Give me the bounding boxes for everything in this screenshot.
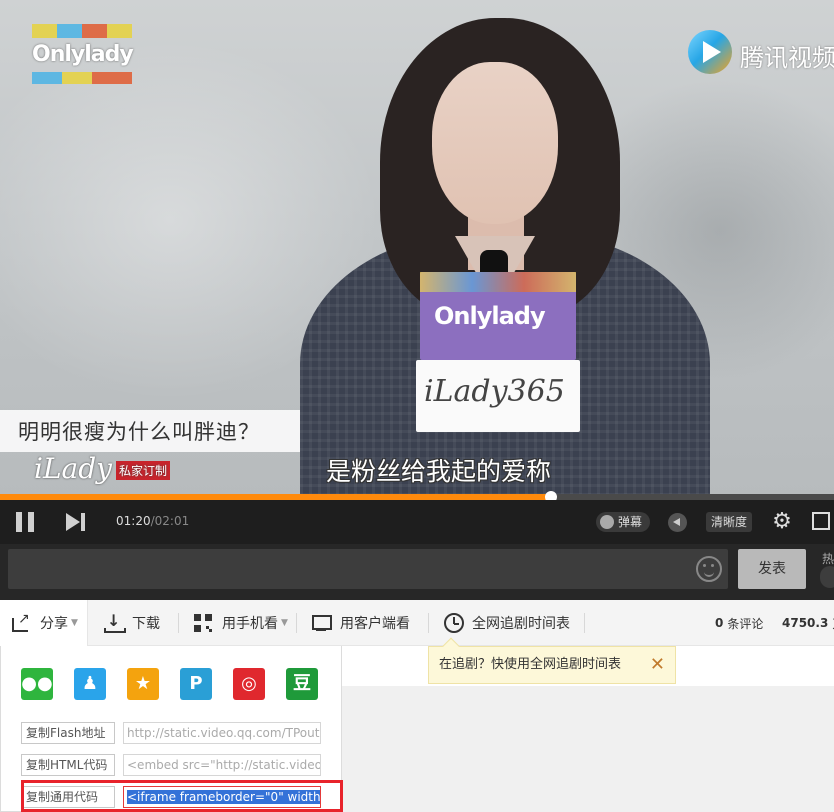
- quality-button[interactable]: 清晰度: [706, 512, 753, 532]
- wechat-icon[interactable]: ●●: [21, 668, 53, 700]
- html-code-field[interactable]: <embed src="http://static.video.qq.com: [123, 754, 321, 776]
- video-subtitle: 是粉丝给我起的爱称: [326, 457, 552, 486]
- tencent-weibo-icon[interactable]: P: [180, 668, 212, 700]
- schedule-hint-tooltip: 在追剧？快使用全网追剧时间表 ✕: [428, 637, 676, 684]
- schedule-label: 全网追剧时间表: [472, 616, 570, 632]
- download-button[interactable]: 下载: [104, 600, 160, 646]
- mic-card-logo: iLady365: [424, 374, 565, 409]
- time-duration: 02:01: [154, 514, 190, 528]
- mic-card: iLady365: [416, 360, 580, 432]
- video-frame[interactable]: Onlylady iLady365 Onlylady 腾讯视频 明明很瘦为什么叫…: [0, 0, 834, 497]
- html-row: 复制HTML代码 <embed src="http://static.video…: [21, 754, 323, 778]
- flash-row: 复制Flash地址 http://static.video.qq.com/TPo…: [21, 722, 323, 746]
- danmu-label: 弹幕: [618, 515, 643, 529]
- share-button[interactable]: 分享 ▼: [0, 600, 88, 646]
- danmu-toggle[interactable]: 弹幕: [596, 512, 651, 532]
- share-targets: ●● ♟ ★ P ◎ 豆: [21, 668, 331, 702]
- logo-stripe: [32, 24, 132, 38]
- play-count: 4750.3 万: [782, 600, 834, 646]
- watermark-text: 腾讯视频: [740, 44, 834, 72]
- hint-text: 在追剧？快使用全网追剧时间表: [439, 657, 622, 672]
- logo-stripe: [32, 72, 132, 84]
- settings-gear-icon[interactable]: ⚙: [770, 510, 794, 534]
- copy-html-button[interactable]: 复制HTML代码: [21, 754, 115, 776]
- toolbar-divider: [296, 613, 297, 633]
- share-panel: ●● ♟ ★ P ◎ 豆 复制Flash地址 http://static.video.qq…: [0, 646, 343, 812]
- fullscreen-icon[interactable]: [812, 512, 830, 530]
- share-label: 分享: [40, 616, 68, 632]
- close-icon[interactable]: ✕: [650, 647, 665, 683]
- hot-label: 热: [822, 552, 834, 566]
- player-controls: 01:20/02:01 弹幕 清晰度 ⚙: [0, 500, 834, 544]
- hot-toggle[interactable]: [820, 566, 834, 588]
- mobile-view-label: 用手机看: [222, 616, 278, 632]
- play-count-value: 4750.3: [782, 616, 829, 630]
- share-icon: [12, 611, 32, 632]
- chevron-down-icon: ▼: [71, 618, 78, 628]
- highlight-box: [21, 780, 343, 812]
- comment-count-unit: 条评论: [727, 616, 764, 631]
- mic-flag-logo: Onlylady: [434, 302, 546, 330]
- logo-text: Onlylady: [32, 42, 134, 67]
- presenter-face: [432, 62, 558, 224]
- video-toolbar: 分享 ▼ 下载 用手机看 ▼ 用客户端看 全网追剧时间表 0 条评论 475: [0, 600, 834, 646]
- qq-icon[interactable]: ♟: [74, 668, 106, 700]
- mobile-view-button[interactable]: 用手机看 ▼: [194, 600, 288, 646]
- time-current: 01:20: [116, 514, 151, 528]
- question-banner: 明明很瘦为什么叫胖迪？: [0, 410, 300, 452]
- volume-icon[interactable]: [668, 513, 687, 532]
- comment-count-value: 0: [715, 616, 724, 630]
- page-background: [342, 686, 834, 812]
- page-root: Onlylady iLady365 Onlylady 腾讯视频 明明很瘦为什么叫…: [0, 0, 834, 812]
- qzone-icon[interactable]: ★: [127, 668, 159, 700]
- tencent-video-icon: [688, 30, 732, 74]
- client-view-label: 用客户端看: [340, 616, 410, 632]
- ilady-brand-tag: 私家订制: [115, 461, 170, 480]
- qr-code-icon: [194, 614, 214, 632]
- douban-icon[interactable]: 豆: [286, 668, 318, 700]
- tencent-video-watermark: 腾讯视频: [688, 30, 834, 74]
- download-icon: [104, 611, 126, 633]
- danmu-input-bar: 发表 热: [0, 544, 834, 600]
- mic-flag: Onlylady: [420, 272, 576, 360]
- danmu-toggle-icon: [600, 515, 614, 529]
- toolbar-divider: [428, 613, 429, 633]
- toolbar-divider: [178, 613, 179, 633]
- client-view-button[interactable]: 用客户端看: [312, 600, 410, 646]
- monitor-icon: [312, 614, 332, 632]
- clock-icon: [444, 613, 464, 633]
- chevron-down-icon: ▼: [281, 618, 288, 628]
- sina-weibo-icon[interactable]: ◎: [233, 668, 265, 700]
- next-icon[interactable]: [66, 512, 88, 532]
- time-display: 01:20/02:01: [116, 514, 190, 528]
- toolbar-divider: [584, 613, 585, 633]
- pause-icon[interactable]: [16, 512, 34, 532]
- copy-flash-button[interactable]: 复制Flash地址: [21, 722, 115, 744]
- danmu-input[interactable]: [8, 549, 728, 589]
- schedule-button[interactable]: 全网追剧时间表: [444, 600, 570, 646]
- mic-flag-stripe: [420, 272, 576, 292]
- comment-count[interactable]: 0 条评论: [715, 600, 763, 646]
- send-button[interactable]: 发表: [738, 549, 806, 589]
- ilady-brand: iLady 私家订制: [34, 452, 170, 485]
- emoji-icon[interactable]: [696, 556, 722, 582]
- flash-url-field[interactable]: http://static.video.qq.com/TPout.swf: [123, 722, 321, 744]
- onlylady-logo: Onlylady: [32, 24, 134, 86]
- download-label: 下载: [132, 616, 160, 632]
- ilady-brand-text: iLady: [34, 452, 112, 485]
